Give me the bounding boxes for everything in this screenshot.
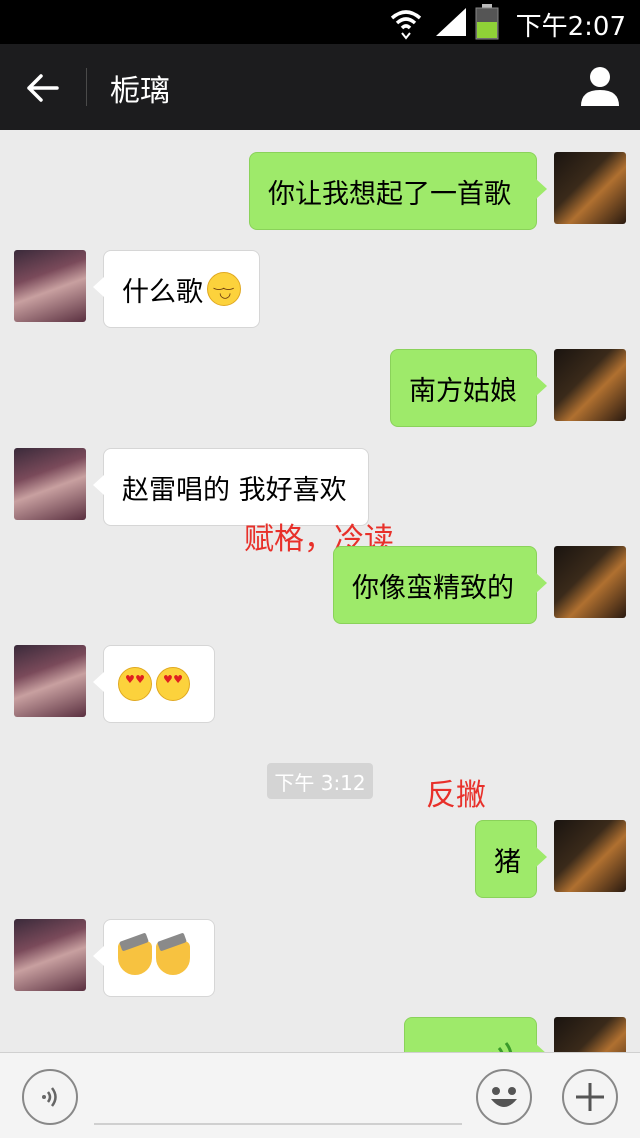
voice-button[interactable]	[22, 1069, 78, 1125]
title-divider	[86, 68, 87, 106]
message-text: 什么歌	[122, 276, 203, 308]
voice-wave-icon	[492, 1042, 513, 1052]
signal-icon	[436, 8, 466, 36]
chat-title: 栀璃	[110, 74, 170, 109]
hammer-emoji-icon	[156, 941, 190, 975]
arrow-left-icon	[27, 74, 59, 102]
message-bubble[interactable]	[93, 919, 215, 997]
message-text: 猪	[494, 846, 521, 878]
plus-icon	[576, 1083, 604, 1111]
chat-area[interactable]: 你让我想起了一首歌 什么歌 南方姑娘 赵雷唱的 我好喜欢 赋格，冷读 你像蛮精致…	[0, 130, 640, 1052]
message-input[interactable]	[94, 1123, 462, 1125]
avatar[interactable]	[14, 645, 86, 717]
avatar[interactable]	[554, 152, 626, 224]
voice-message-bubble[interactable]	[404, 1017, 547, 1052]
hammer-emoji-icon	[118, 941, 152, 975]
input-bar	[0, 1052, 640, 1138]
person-icon[interactable]	[578, 64, 622, 108]
more-button[interactable]	[562, 1069, 618, 1125]
message-bubble[interactable]: 什么歌	[93, 250, 260, 328]
avatar[interactable]	[554, 820, 626, 892]
message-bubble[interactable]: 猪	[475, 820, 547, 898]
avatar[interactable]	[554, 349, 626, 421]
message-bubble[interactable]: 你让我想起了一首歌	[249, 152, 547, 230]
battery-icon	[475, 4, 499, 40]
avatar[interactable]	[554, 1017, 626, 1052]
title-bar: 栀璃	[0, 44, 640, 130]
wifi-icon	[390, 10, 422, 40]
timestamp-badge: 下午 3:12	[267, 763, 373, 799]
avatar[interactable]	[554, 546, 626, 618]
voice-icon	[42, 1087, 57, 1107]
smiley-icon	[491, 1087, 517, 1107]
status-time: 下午2:07	[515, 12, 626, 42]
message-bubble[interactable]: 你像蛮精致的	[333, 546, 547, 624]
message-text: 赵雷唱的 我好喜欢	[122, 474, 347, 506]
message-bubble[interactable]: 南方姑娘	[390, 349, 547, 427]
message-bubble[interactable]	[93, 645, 215, 723]
status-bar: 下午2:07	[0, 0, 640, 44]
message-text: 南方姑娘	[409, 375, 517, 407]
smile-emoji-icon	[207, 272, 241, 306]
message-text: 你让我想起了一首歌	[268, 178, 511, 210]
heart-eyes-emoji-icon	[156, 667, 190, 701]
message-text: 你像蛮精致的	[352, 572, 514, 604]
back-button[interactable]	[12, 58, 72, 118]
avatar[interactable]	[14, 919, 86, 991]
heart-eyes-emoji-icon	[118, 667, 152, 701]
annotation-text: 反撇	[426, 778, 486, 813]
avatar[interactable]	[14, 448, 86, 520]
avatar[interactable]	[14, 250, 86, 322]
emoji-button[interactable]	[476, 1069, 532, 1125]
